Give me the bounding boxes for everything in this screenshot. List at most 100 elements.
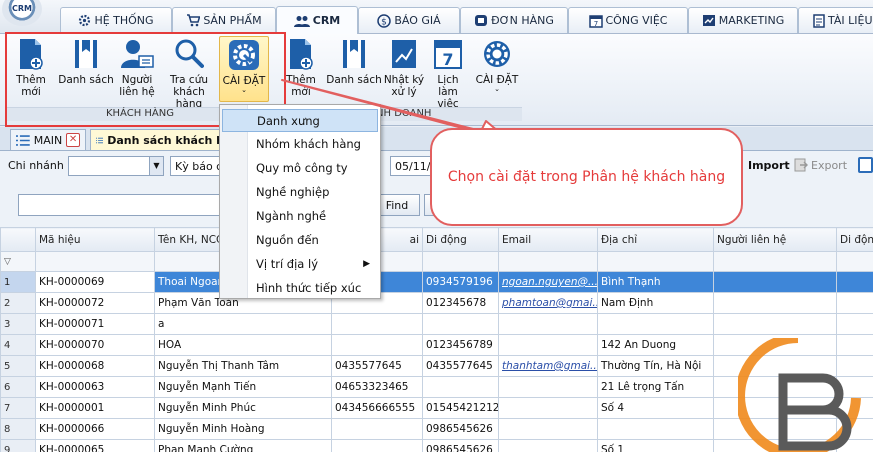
cell-dia-chi[interactable]: Số 1 [597, 439, 714, 452]
cell-ten-kh[interactable]: Nguyễn Minh Hoàng [154, 418, 332, 440]
cell-email[interactable] [498, 397, 598, 419]
cell-di-dong-2[interactable] [836, 292, 873, 314]
cell-ten-kh[interactable]: HOA [154, 334, 332, 356]
cell-dia-chi[interactable] [597, 313, 714, 335]
cell-nguoi-lien-he[interactable] [713, 334, 837, 356]
doc-tab-danh-sach-khach-hang[interactable]: Danh sách khách h [90, 129, 230, 150]
cell-email[interactable] [498, 334, 598, 356]
menu-item[interactable]: Hình thức tiếp xúc [222, 277, 378, 300]
cell-dien-thoai[interactable]: 043456666555 [331, 397, 423, 419]
filter-cell[interactable] [597, 251, 714, 272]
cell-ma-hieu[interactable]: KH-0000068 [35, 355, 155, 377]
doc-tab-main[interactable]: MAIN ✕ [10, 129, 86, 150]
cell-nguoi-lien-he[interactable] [713, 397, 837, 419]
cell-di-dong-2[interactable] [836, 334, 873, 356]
cell-ma-hieu[interactable]: KH-0000066 [35, 418, 155, 440]
cell-di-dong-2[interactable] [836, 439, 873, 452]
cell-di-dong-2[interactable] [836, 271, 873, 293]
row-number[interactable]: 8 [0, 418, 36, 440]
cell-email[interactable] [498, 439, 598, 452]
cell-di-dong-2[interactable] [836, 397, 873, 419]
cell-dien-thoai[interactable] [331, 334, 423, 356]
table-row[interactable]: 9 KH-0000065 Phan Mạnh Cường 0986545626 Số 1 [0, 439, 873, 452]
cell-dien-thoai[interactable] [331, 439, 423, 452]
cell-nguoi-lien-he[interactable] [713, 355, 837, 377]
cell-dia-chi[interactable]: Số 4 [597, 397, 714, 419]
tab-bao-gia[interactable]: $ BÁO GIÁ [358, 7, 460, 33]
cell-ten-kh[interactable]: Nguyễn Mạnh Tiến [154, 376, 332, 398]
filter-cell[interactable] [713, 251, 837, 272]
cell-email[interactable]: ngoan.nguyen@... [498, 271, 598, 293]
tab-don-hang[interactable]: ĐƠN HÀNG [460, 7, 568, 33]
cell-ten-kh[interactable]: Nguyễn Minh Phúc [154, 397, 332, 419]
cell-di-dong[interactable]: 0934579196 [422, 271, 499, 293]
ribbon-button-cai-dat-2[interactable]: CÀI ĐẶT ⌄ [472, 38, 522, 93]
cell-ma-hieu[interactable]: KH-0000070 [35, 334, 155, 356]
cell-dien-thoai[interactable] [331, 313, 423, 335]
cell-di-dong[interactable]: 0123456789 [422, 334, 499, 356]
close-icon[interactable]: ✕ [66, 133, 80, 147]
row-number[interactable]: 6 [0, 376, 36, 398]
cell-di-dong[interactable]: 012345678 [422, 292, 499, 314]
ribbon-button-nhat-ky[interactable]: Nhật ký xử lý [382, 38, 426, 98]
row-number[interactable]: 9 [0, 439, 36, 452]
date-field[interactable]: 05/11/ [390, 156, 434, 176]
row-number[interactable]: 3 [0, 313, 36, 335]
cell-ma-hieu[interactable]: KH-0000071 [35, 313, 155, 335]
tab-san-pham[interactable]: SẢN PHẨM [172, 7, 276, 33]
table-row[interactable]: 3 KH-0000071 a [0, 313, 873, 335]
filter-cell[interactable] [422, 251, 499, 272]
filter-row[interactable]: ▽ [0, 251, 873, 272]
tab-crm[interactable]: CRM [276, 6, 358, 34]
cell-dia-chi[interactable] [597, 418, 714, 440]
cell-email[interactable]: thanhtam@gmai... [498, 355, 598, 377]
cell-dia-chi[interactable]: Bình Thạnh [597, 271, 714, 293]
cell-dia-chi[interactable]: 142 An Duong [597, 334, 714, 356]
menu-item[interactable]: Nguồn đến [222, 229, 378, 252]
cell-nguoi-lien-he[interactable] [713, 292, 837, 314]
cell-di-dong[interactable]: 01545421212 [422, 397, 499, 419]
column-header-di-dong[interactable]: Di động [422, 227, 499, 252]
column-header-email[interactable]: Email [498, 227, 598, 252]
row-number[interactable]: 4 [0, 334, 36, 356]
cell-nguoi-lien-he[interactable] [713, 271, 837, 293]
cell-dia-chi[interactable]: Nam Định [597, 292, 714, 314]
cell-nguoi-lien-he[interactable] [713, 376, 837, 398]
ribbon-button-danh-sach-2[interactable]: Danh sách [326, 38, 382, 86]
cell-di-dong-2[interactable] [836, 355, 873, 377]
cell-dia-chi[interactable]: 21 Lê trọng Tấn [597, 376, 714, 398]
tab-tai-lieu[interactable]: TÀI LIỆU [798, 7, 873, 33]
menu-item[interactable]: Vị trí địa lý ▶ [222, 253, 378, 276]
menu-item[interactable]: Nhóm khách hàng [222, 133, 378, 156]
column-header-di-dong-2[interactable]: Di động [836, 227, 873, 252]
table-row[interactable]: 7 KH-0000001 Nguyễn Minh Phúc 043456666555 0… [0, 397, 873, 419]
table-row[interactable]: 8 KH-0000066 Nguyễn Minh Hoàng 0986545626 [0, 418, 873, 440]
checkbox-icon[interactable] [858, 157, 873, 173]
cell-ten-kh[interactable]: Nguyễn Thị Thanh Tâm [154, 355, 332, 377]
cell-ma-hieu[interactable]: KH-0000065 [35, 439, 155, 452]
cell-di-dong-2[interactable] [836, 418, 873, 440]
cell-ten-kh[interactable]: Phan Mạnh Cường [154, 439, 332, 452]
cell-ma-hieu[interactable]: KH-0000069 [35, 271, 155, 293]
cell-nguoi-lien-he[interactable] [713, 418, 837, 440]
cell-ma-hieu[interactable]: KH-0000072 [35, 292, 155, 314]
cell-dien-thoai[interactable] [331, 418, 423, 440]
cell-di-dong[interactable]: 0986545626 [422, 418, 499, 440]
cell-email[interactable] [498, 313, 598, 335]
cell-di-dong-2[interactable] [836, 313, 873, 335]
table-row[interactable]: 6 KH-0000063 Nguyễn Mạnh Tiến 04653323465 21… [0, 376, 873, 398]
column-header-nguoi-lien-he[interactable]: Người liên hệ [713, 227, 837, 252]
tab-he-thong[interactable]: HỆ THỐNG [60, 7, 172, 33]
column-header-ma-hieu[interactable]: Mã hiệu [35, 227, 155, 252]
row-number[interactable]: 2 [0, 292, 36, 314]
cell-email[interactable]: phamtoan@gmai... [498, 292, 598, 314]
import-button[interactable]: Import [748, 159, 790, 172]
column-header-dia-chi[interactable]: Địa chỉ [597, 227, 714, 252]
table-row[interactable]: 2 KH-0000072 Phạm Văn Toản 012345678 phamtoa… [0, 292, 873, 314]
row-number[interactable]: 5 [0, 355, 36, 377]
row-number[interactable]: 7 [0, 397, 36, 419]
cell-dia-chi[interactable]: Thường Tín, Hà Nội [597, 355, 714, 377]
menu-item[interactable]: Nghề nghiệp [222, 181, 378, 204]
table-row[interactable]: 1 KH-0000069 Thoai Ngoan 0934579196 ngoan.ng… [0, 271, 873, 293]
cell-nguoi-lien-he[interactable] [713, 313, 837, 335]
